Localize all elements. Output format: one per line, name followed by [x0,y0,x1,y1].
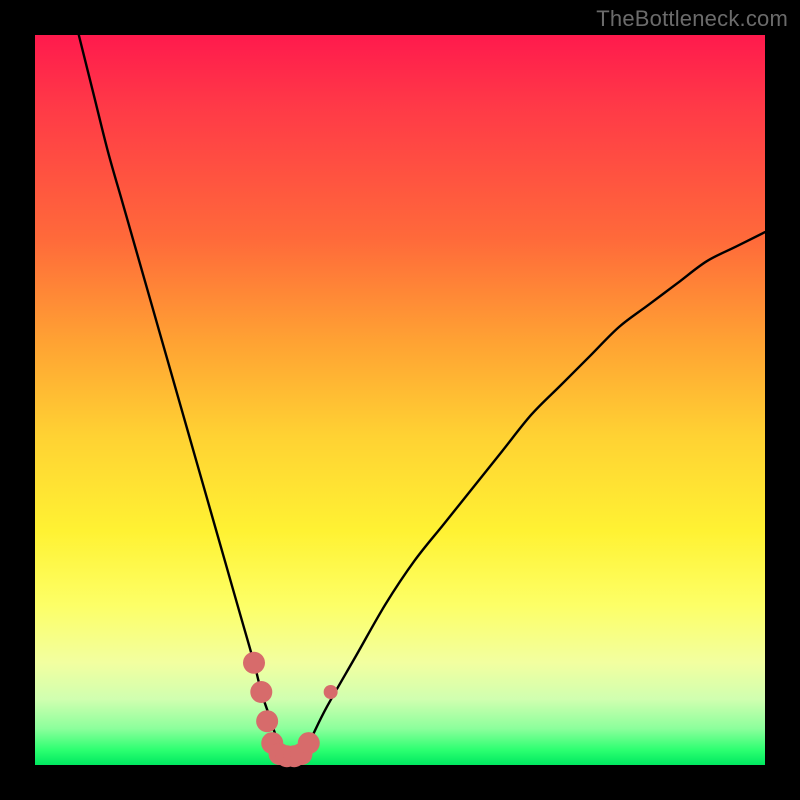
marker-group [243,652,338,767]
curve-marker [250,681,272,703]
outer-frame: TheBottleneck.com [0,0,800,800]
curve-marker [256,710,278,732]
watermark-text: TheBottleneck.com [596,6,788,32]
plot-gradient-area [35,35,765,765]
curve-marker [298,732,320,754]
chart-svg [35,35,765,765]
curve-marker [243,652,265,674]
curve-marker [324,685,338,699]
bottleneck-curve-line [79,35,765,759]
